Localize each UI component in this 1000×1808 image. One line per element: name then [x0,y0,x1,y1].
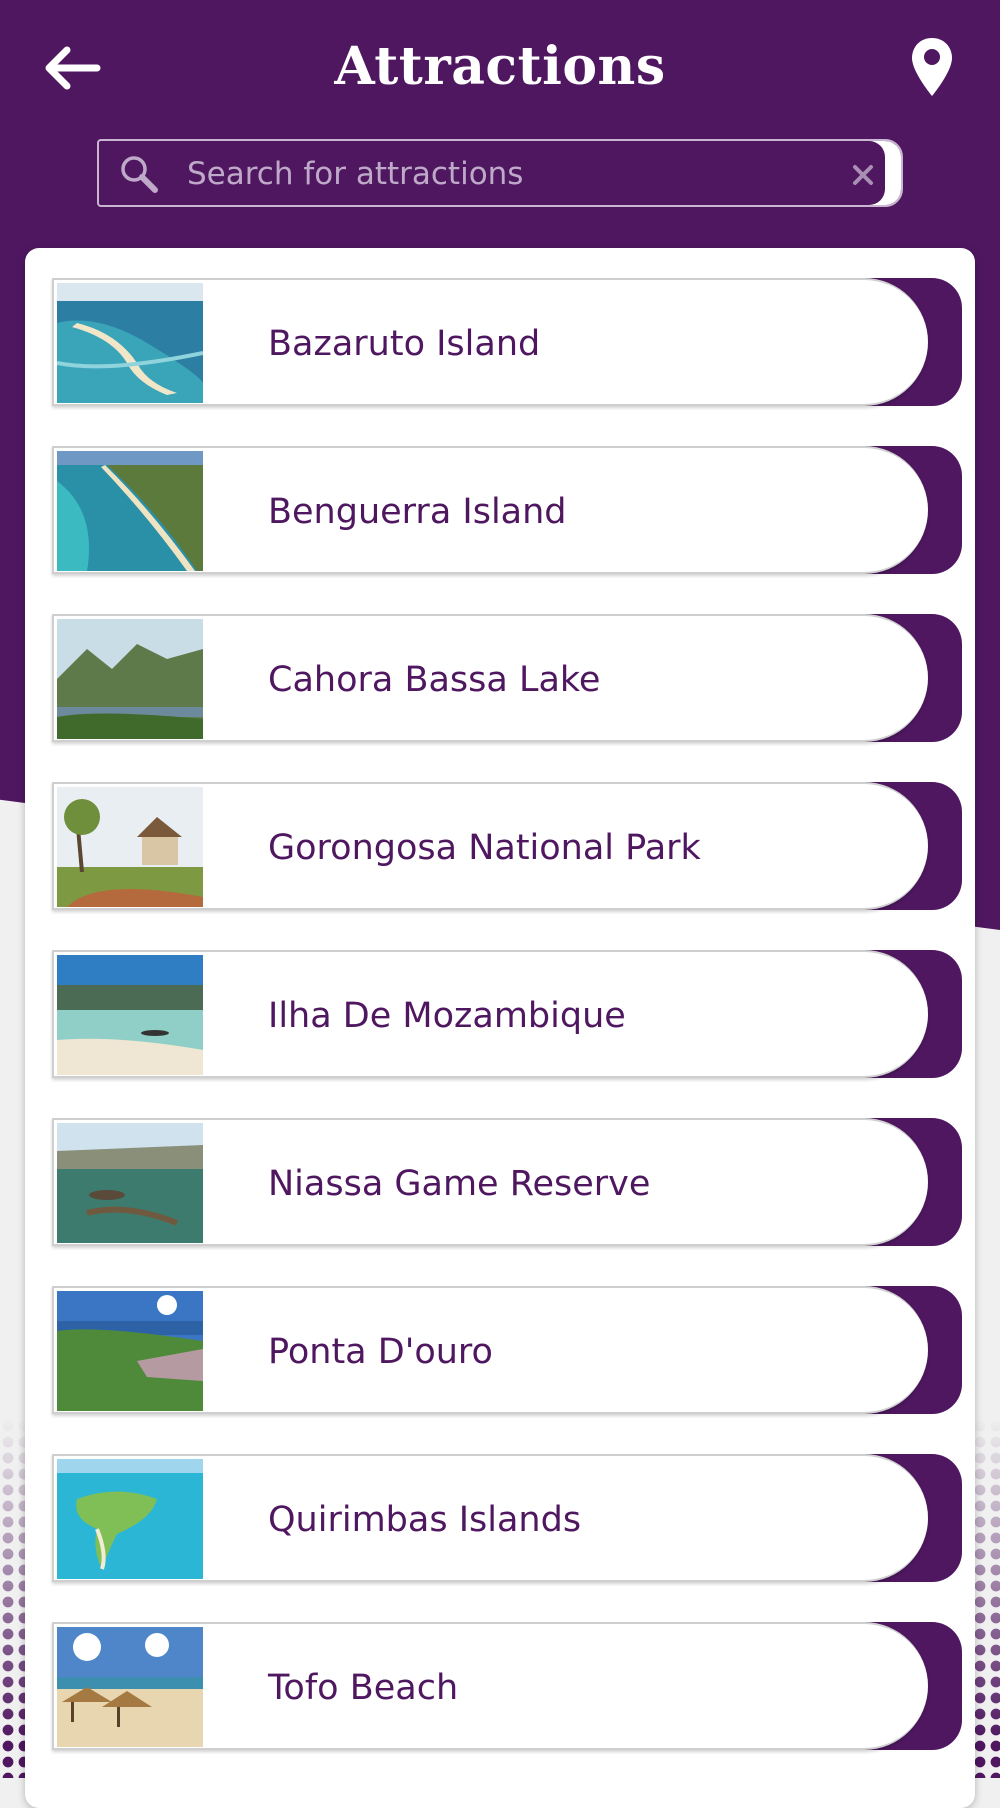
attraction-name: Cahora Bassa Lake [268,660,601,700]
search-bar [97,139,903,207]
item-card: Benguerra Island [52,446,928,574]
attraction-name: Ponta D'ouro [268,1332,493,1372]
item-card: Ponta D'ouro [52,1286,928,1414]
attractions-panel: Bazaruto Island Benguerra Island Cahora … [25,248,975,1808]
list-item-bazaruto-island[interactable]: Bazaruto Island [52,278,962,406]
page-title: Attractions [334,36,666,97]
list-item-benguerra-island[interactable]: Benguerra Island [52,446,962,574]
search-input[interactable] [185,151,809,197]
attraction-thumbnail [57,451,203,571]
attraction-name: Tofo Beach [268,1668,459,1708]
attraction-thumbnail [57,787,203,907]
item-card: Tofo Beach [52,1622,928,1750]
attractions-list: Bazaruto Island Benguerra Island Cahora … [52,278,962,1790]
attraction-name: Ilha De Mozambique [268,996,626,1036]
list-item-ilha-de-mozambique[interactable]: Ilha De Mozambique [52,950,962,1078]
list-item-ponta-douro[interactable]: Ponta D'ouro [52,1286,962,1414]
attraction-name: Benguerra Island [268,492,567,532]
list-item-cahora-bassa-lake[interactable]: Cahora Bassa Lake [52,614,962,742]
clear-search-button[interactable] [843,155,883,195]
close-icon [853,165,873,185]
app-header: Attractions [0,0,1000,140]
attraction-thumbnail [57,1291,203,1411]
map-pin-icon [912,38,952,96]
list-item-tofo-beach[interactable]: Tofo Beach [52,1622,962,1750]
attraction-name: Quirimbas Islands [268,1500,582,1540]
item-card: Gorongosa National Park [52,782,928,910]
attraction-name: Niassa Game Reserve [268,1164,651,1204]
attraction-name: Gorongosa National Park [268,828,701,868]
list-item-quirimbas-islands[interactable]: Quirimbas Islands [52,1454,962,1582]
attraction-thumbnail [57,955,203,1075]
attraction-name: Bazaruto Island [268,324,541,364]
attraction-thumbnail [57,283,203,403]
item-card: Ilha De Mozambique [52,950,928,1078]
item-card: Niassa Game Reserve [52,1118,928,1246]
location-button[interactable] [904,34,960,100]
attraction-thumbnail [57,1459,203,1579]
list-item-niassa-game-reserve[interactable]: Niassa Game Reserve [52,1118,962,1246]
attraction-thumbnail [57,1627,203,1747]
item-card: Cahora Bassa Lake [52,614,928,742]
attraction-thumbnail [57,619,203,739]
item-card: Bazaruto Island [52,278,928,406]
search-icon [121,156,158,193]
item-card: Quirimbas Islands [52,1454,928,1582]
list-item-gorongosa-national-park[interactable]: Gorongosa National Park [52,782,962,910]
attraction-thumbnail [57,1123,203,1243]
